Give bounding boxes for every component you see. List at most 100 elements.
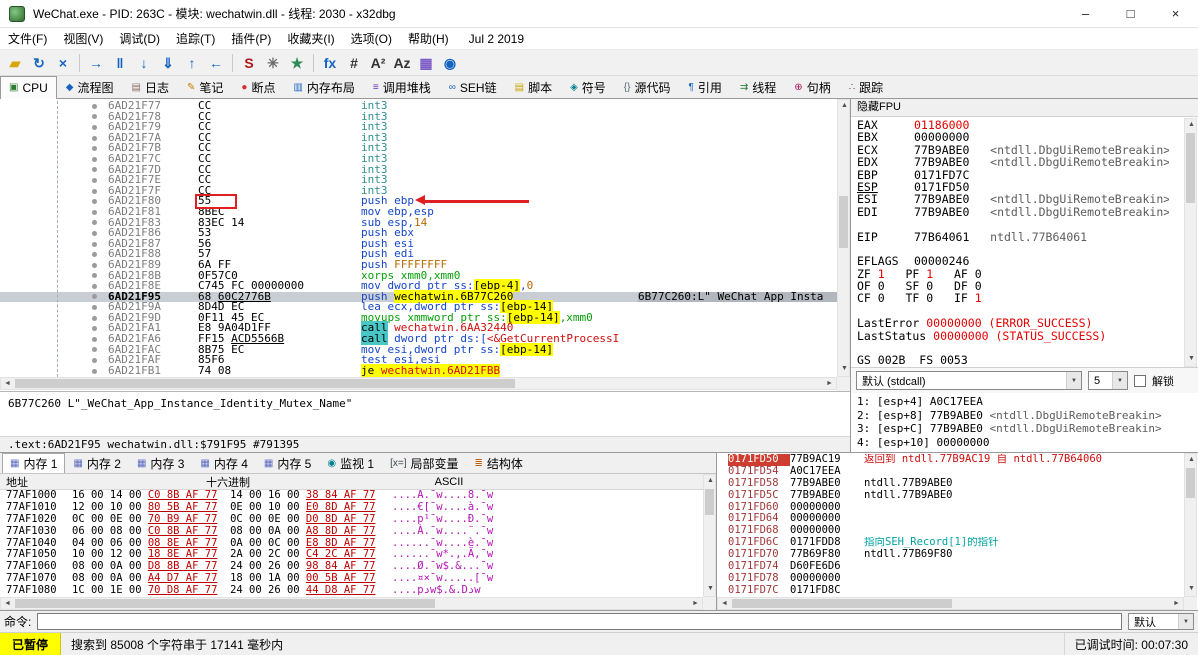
disasm-row[interactable]: 6AD21FB1 74 08 je wechatwin.6AD21FBB <box>0 363 837 377</box>
menu-item[interactable]: 插件(P) <box>223 32 279 46</box>
menu-item[interactable]: 文件(F) <box>0 32 55 46</box>
unlock-checkbox[interactable] <box>1134 374 1146 387</box>
tab-breakpoints[interactable]: ● 断点 <box>232 76 284 98</box>
step-into-button[interactable]: ↓ <box>132 52 156 74</box>
breakpoint-gutter[interactable] <box>92 368 108 374</box>
run-to-return-button[interactable]: ↑ <box>180 52 204 74</box>
column-header-address[interactable]: 地址 <box>0 474 72 490</box>
stack-row[interactable]: 0171FD70 77B69F80 ntdll.77B69F80 <box>717 548 1184 561</box>
breakpoint-gutter[interactable] <box>92 220 108 226</box>
step-back-button[interactable]: ← <box>204 52 228 74</box>
tab-memory-1[interactable]: ▦ 内存 1 <box>2 453 66 473</box>
open-file-button[interactable]: ▰ <box>3 52 27 74</box>
argument-line[interactable]: 3: [esp+C] 77B9ABE0 <ntdll.DbgUiRemoteBr… <box>857 422 1196 436</box>
breakpoint-gutter[interactable] <box>92 326 108 332</box>
scroll-up-icon[interactable]: ▲ <box>1185 454 1198 467</box>
tab-struct[interactable]: ≣ 结构体 <box>467 453 531 473</box>
stack-row[interactable]: 0171FD58 77B9ABE0 ntdll.77B9ABE0 <box>717 477 1184 490</box>
favorites-button[interactable]: ★ <box>285 52 309 74</box>
disassembly-horizontal-scrollbar[interactable]: ◄ ► <box>0 377 837 390</box>
dump-row[interactable]: 77AF1080 1C 00 1E 00 70 D8 AF 77 24 00 26… <box>0 584 703 597</box>
close-button[interactable]: × <box>1153 0 1198 27</box>
stack-row[interactable]: 0171FD74 D60FE6D6 <box>717 560 1184 573</box>
breakpoint-gutter[interactable] <box>92 230 108 236</box>
stack-row[interactable]: 0171FD6C 0171FDD8 指向SEH_Record[1]的指针 <box>717 536 1184 549</box>
hide-fpu-button[interactable]: 隐藏FPU <box>851 99 1198 117</box>
breakpoint-gutter[interactable] <box>92 114 108 120</box>
breakpoint-gutter[interactable] <box>92 209 108 215</box>
argument-count-spinner[interactable]: 5 ▼ <box>1088 371 1128 390</box>
tab-script[interactable]: ▤ 脚本 <box>506 76 561 98</box>
register-line[interactable]: EAX 01186000 <box>857 119 1169 131</box>
scroll-thumb[interactable] <box>839 196 848 248</box>
scroll-up-icon[interactable]: ▲ <box>704 475 717 488</box>
command-profile-select[interactable]: 默认 ▼ <box>1128 613 1194 630</box>
dump-horizontal-scrollbar[interactable]: ◄ ► <box>0 597 703 610</box>
dump-vertical-scrollbar[interactable]: ▲ ▼ <box>703 474 716 597</box>
breakpoint-gutter[interactable] <box>92 177 108 183</box>
scroll-down-icon[interactable]: ▼ <box>1185 583 1198 596</box>
tab-notes[interactable]: ✎ 笔记 <box>178 76 232 98</box>
menu-item[interactable]: 收藏夹(I) <box>279 32 342 46</box>
register-line[interactable]: CF 0 TF 0 IF 1 <box>857 292 1169 304</box>
breakpoint-gutter[interactable] <box>92 199 108 205</box>
stack-row[interactable]: 0171FD5C 77B9ABE0 ntdll.77B9ABE0 <box>717 489 1184 502</box>
scroll-thumb[interactable] <box>15 599 435 608</box>
breakpoint-gutter[interactable] <box>92 262 108 268</box>
scroll-thumb[interactable] <box>1186 468 1195 498</box>
stack-horizontal-scrollbar[interactable]: ◄ ► <box>717 597 1184 610</box>
menu-item[interactable]: 选项(O) <box>343 32 400 46</box>
breakpoint-gutter[interactable] <box>92 336 108 342</box>
breakpoint-gutter[interactable] <box>92 146 108 152</box>
scroll-thumb[interactable] <box>732 599 952 608</box>
stack-row[interactable]: 0171FD50 77B9AC19 返回到 ntdll.77B9AC19 自 ntd… <box>717 454 1184 466</box>
disassembly-vertical-scrollbar[interactable]: ▲ ▼ <box>837 99 850 377</box>
tab-call-stack[interactable]: ≡ 调用堆栈 <box>364 76 440 98</box>
scroll-thumb[interactable] <box>15 379 515 388</box>
scroll-thumb[interactable] <box>1186 133 1195 203</box>
pause-button[interactable]: ‖ <box>108 52 132 74</box>
tab-references[interactable]: ¶ 引用 <box>680 76 731 98</box>
stack-row[interactable]: 0171FD60 00000000 <box>717 501 1184 514</box>
scroll-right-icon[interactable]: ► <box>823 378 836 391</box>
tab-symbols[interactable]: ◈ 符号 <box>561 76 615 98</box>
tab-seh-chain[interactable]: ∞ SEH链 <box>440 76 506 98</box>
memory-chip-button[interactable]: ▦ <box>414 52 438 74</box>
breakpoint-gutter[interactable] <box>92 273 108 279</box>
run-button[interactable]: → <box>84 52 108 74</box>
maximize-button[interactable]: □ <box>1108 0 1153 27</box>
argument-line[interactable]: 1: [esp+4] A0C17EEA <box>857 395 1196 409</box>
stack-row[interactable]: 0171FD78 00000000 <box>717 572 1184 585</box>
register-line[interactable]: EDX 77B9ABE0 <ntdll.DbgUiRemoteBreakin> <box>857 156 1169 169</box>
stack-row[interactable]: 0171FD54 A0C17EEA <box>717 465 1184 478</box>
breakpoint-gutter[interactable] <box>92 283 108 289</box>
az-button[interactable]: Az <box>390 52 414 74</box>
breakpoint-gutter[interactable] <box>92 241 108 247</box>
tab-memory-4[interactable]: ▦ 内存 4 <box>192 453 255 473</box>
menu-item[interactable]: 追踪(T) <box>168 32 223 46</box>
stack-row[interactable]: 0171FD64 00000000 <box>717 513 1184 525</box>
register-line[interactable]: EBP 0171FD7C <box>857 168 1169 181</box>
tab-locals[interactable]: [x=] 局部变量 <box>382 453 466 473</box>
restart-button[interactable]: ↻ <box>27 52 51 74</box>
register-line[interactable]: EIP 77B64061 ntdll.77B64061 <box>857 230 1169 243</box>
settings-button[interactable]: ✳ <box>261 52 285 74</box>
breakpoint-gutter[interactable] <box>92 103 108 109</box>
scroll-thumb[interactable] <box>705 489 714 515</box>
tab-threads[interactable]: ⇉ 线程 <box>731 76 785 98</box>
argument-line[interactable]: 2: [esp+8] 77B9ABE0 <ntdll.DbgUiRemoteBr… <box>857 409 1196 423</box>
argument-line[interactable]: 4: [esp+10] 00000000 <box>857 436 1196 450</box>
breakpoint-gutter[interactable] <box>92 315 108 321</box>
tab-source[interactable]: {} 源代码 <box>615 76 680 98</box>
breakpoint-gutter[interactable] <box>92 124 108 130</box>
tab-cpu[interactable]: ▣ CPU <box>0 76 57 99</box>
stack-vertical-scrollbar[interactable]: ▲ ▼ <box>1184 453 1197 597</box>
tab-memory-5[interactable]: ▦ 内存 5 <box>256 453 319 473</box>
scroll-left-icon[interactable]: ◄ <box>1 378 14 391</box>
shortcuts-button[interactable]: # <box>342 52 366 74</box>
stack-row[interactable]: 0171FD7C 0171FD8C <box>717 584 1184 597</box>
registers-vertical-scrollbar[interactable]: ▲ ▼ <box>1184 118 1197 367</box>
scylla-button[interactable]: S <box>237 52 261 74</box>
command-input[interactable] <box>37 613 1122 630</box>
scroll-down-icon[interactable]: ▼ <box>704 583 717 596</box>
